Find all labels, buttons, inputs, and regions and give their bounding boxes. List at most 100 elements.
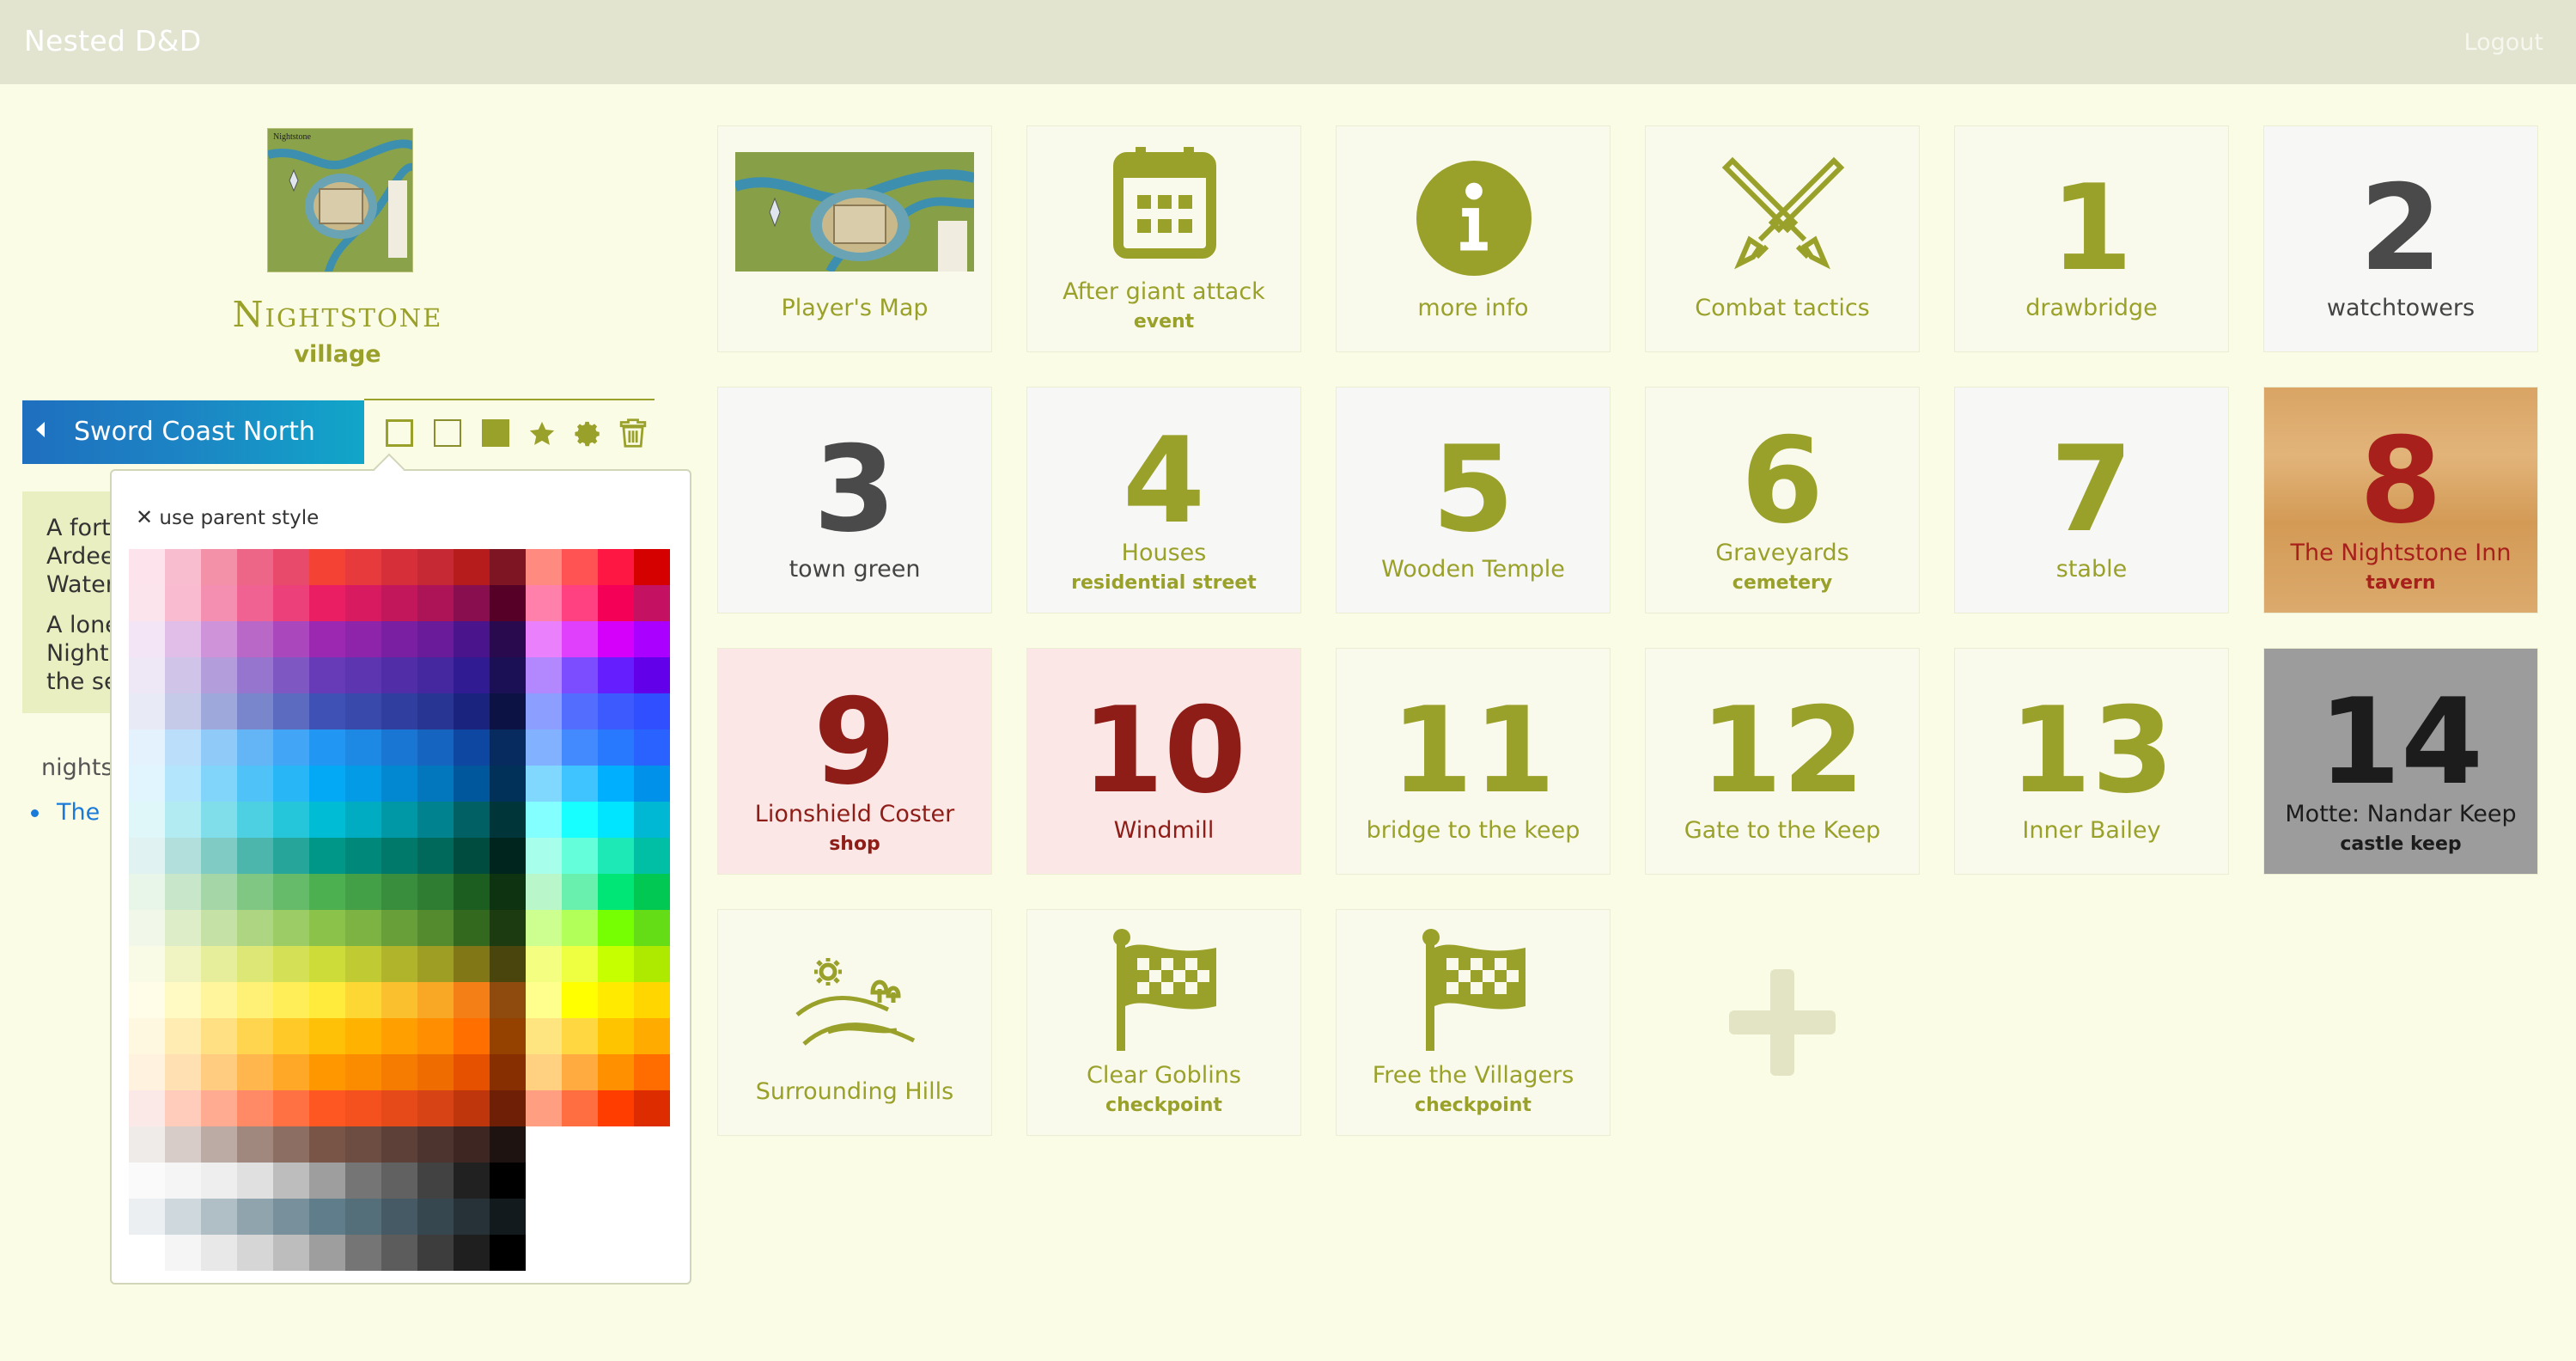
color-swatch[interactable] [381, 802, 417, 838]
color-swatch[interactable] [129, 982, 165, 1018]
color-swatch[interactable] [598, 1018, 634, 1054]
color-swatch[interactable] [345, 1018, 381, 1054]
color-swatch[interactable] [201, 838, 237, 874]
color-swatch[interactable] [165, 657, 201, 693]
color-swatch[interactable] [417, 874, 454, 910]
color-swatch[interactable] [490, 1054, 526, 1090]
tile-2[interactable]: 2 watchtowers [2263, 125, 2538, 352]
color-swatch[interactable] [129, 585, 165, 621]
color-swatch[interactable] [490, 910, 526, 946]
color-swatch[interactable] [490, 1018, 526, 1054]
color-swatch[interactable] [417, 729, 454, 766]
color-swatch[interactable] [562, 1018, 598, 1054]
color-swatch[interactable] [634, 1054, 670, 1090]
color-swatch[interactable] [309, 1235, 345, 1271]
color-swatch[interactable] [345, 1090, 381, 1126]
color-swatch[interactable] [165, 1054, 201, 1090]
color-swatch[interactable] [381, 693, 417, 729]
color-swatch[interactable] [201, 766, 237, 802]
color-swatch[interactable] [381, 910, 417, 946]
color-swatch[interactable] [417, 1199, 454, 1235]
color-swatch[interactable] [309, 982, 345, 1018]
color-swatch[interactable] [165, 802, 201, 838]
color-swatch[interactable] [309, 910, 345, 946]
color-swatch[interactable] [237, 910, 273, 946]
color-swatch[interactable] [309, 874, 345, 910]
color-swatch[interactable] [345, 1199, 381, 1235]
color-swatch[interactable] [129, 1126, 165, 1163]
color-swatch[interactable] [165, 838, 201, 874]
tile-11[interactable]: 11 bridge to the keep [1336, 648, 1611, 875]
color-swatch[interactable] [165, 585, 201, 621]
color-swatch[interactable] [454, 621, 490, 657]
color-swatch[interactable] [165, 946, 201, 982]
color-swatch[interactable] [201, 982, 237, 1018]
color-swatch[interactable] [562, 693, 598, 729]
color-swatch[interactable] [417, 549, 454, 585]
color-swatch[interactable] [309, 621, 345, 657]
color-swatch[interactable] [309, 693, 345, 729]
color-swatch[interactable] [490, 549, 526, 585]
color-swatch[interactable] [526, 657, 562, 693]
color-swatch[interactable] [129, 621, 165, 657]
color-swatch[interactable] [129, 1054, 165, 1090]
color-swatch[interactable] [417, 1126, 454, 1163]
color-swatch[interactable] [526, 802, 562, 838]
color-swatch[interactable] [273, 910, 309, 946]
color-swatch[interactable] [562, 802, 598, 838]
tile-3[interactable]: 3 town green [717, 387, 992, 613]
color-swatch[interactable] [309, 585, 345, 621]
color-swatch[interactable] [201, 1235, 237, 1271]
color-swatch[interactable] [598, 982, 634, 1018]
color-swatch[interactable] [345, 549, 381, 585]
color-swatch[interactable] [237, 838, 273, 874]
color-swatch[interactable] [129, 549, 165, 585]
color-swatch[interactable] [454, 802, 490, 838]
color-swatch[interactable] [273, 1054, 309, 1090]
color-swatch[interactable] [381, 1199, 417, 1235]
tile-4[interactable]: 4 Houses residential street [1026, 387, 1301, 613]
tile-more-info[interactable]: more info [1336, 125, 1611, 352]
color-swatch[interactable] [526, 766, 562, 802]
color-swatch[interactable] [454, 982, 490, 1018]
color-swatch[interactable] [165, 766, 201, 802]
color-swatch[interactable] [345, 802, 381, 838]
color-swatch[interactable] [526, 729, 562, 766]
style-outline-button[interactable] [386, 419, 413, 447]
color-swatch[interactable] [201, 1199, 237, 1235]
color-swatch[interactable] [165, 982, 201, 1018]
tile-after-giant-attack[interactable]: After giant attack event [1026, 125, 1301, 352]
color-swatch[interactable] [345, 910, 381, 946]
color-swatch[interactable] [490, 838, 526, 874]
color-swatch[interactable] [273, 838, 309, 874]
color-swatch[interactable] [634, 874, 670, 910]
color-swatch[interactable] [165, 729, 201, 766]
color-swatch[interactable] [634, 1090, 670, 1126]
color-swatch[interactable] [237, 1054, 273, 1090]
color-swatch[interactable] [634, 1018, 670, 1054]
color-swatch[interactable] [526, 585, 562, 621]
tile-player-s-map[interactable]: Player's Map [717, 125, 992, 352]
color-swatch[interactable] [417, 766, 454, 802]
color-swatch[interactable] [237, 1018, 273, 1054]
color-swatch[interactable] [598, 693, 634, 729]
color-swatch[interactable] [562, 766, 598, 802]
color-swatch[interactable] [381, 1163, 417, 1199]
color-swatch[interactable] [165, 549, 201, 585]
color-swatch[interactable] [129, 1199, 165, 1235]
color-swatch[interactable] [598, 874, 634, 910]
color-swatch[interactable] [634, 585, 670, 621]
color-swatch[interactable] [381, 1090, 417, 1126]
color-swatch[interactable] [129, 729, 165, 766]
color-swatch[interactable] [381, 621, 417, 657]
color-swatch[interactable] [273, 621, 309, 657]
tile-14[interactable]: 14 Motte: Nandar Keep castle keep [2263, 648, 2538, 875]
color-swatch[interactable] [562, 621, 598, 657]
color-swatch[interactable] [454, 874, 490, 910]
color-swatch[interactable] [490, 657, 526, 693]
color-swatch[interactable] [273, 982, 309, 1018]
color-swatch[interactable] [165, 1018, 201, 1054]
color-swatch[interactable] [273, 693, 309, 729]
color-swatch[interactable] [237, 585, 273, 621]
color-swatch[interactable] [201, 549, 237, 585]
